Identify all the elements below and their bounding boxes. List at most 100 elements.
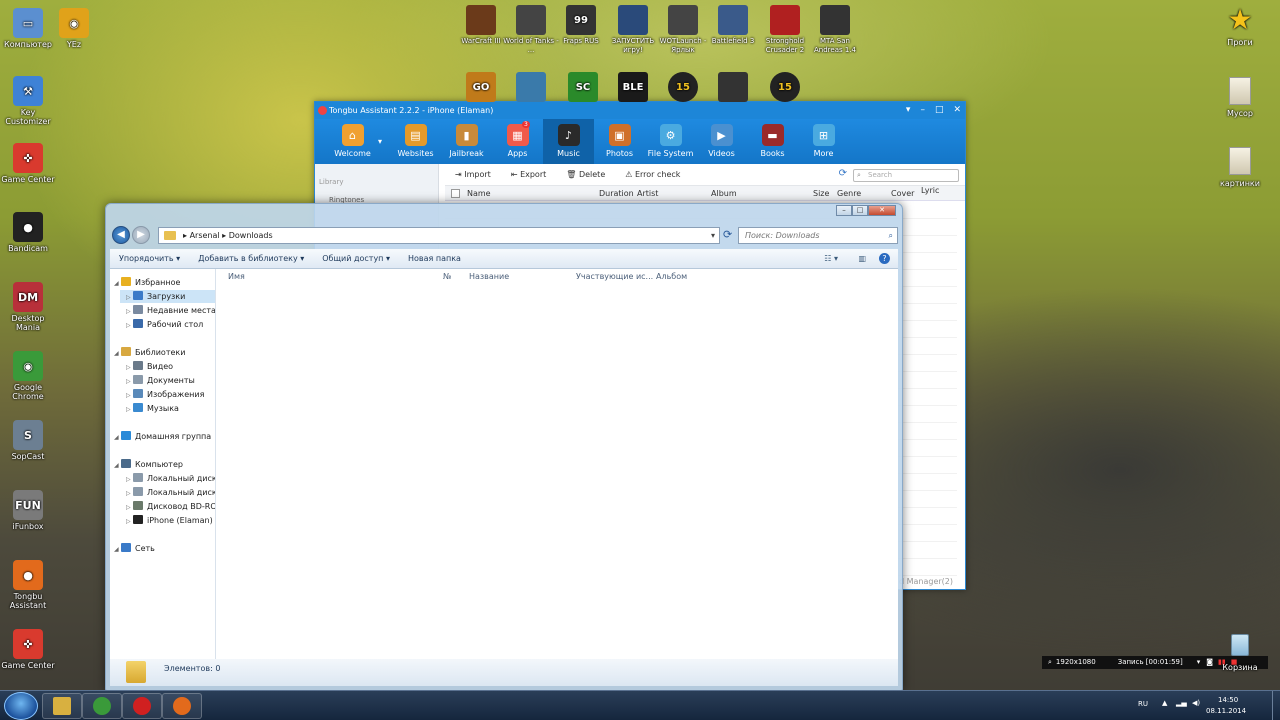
tree-item[interactable]: ◢ Избранное	[110, 276, 215, 289]
nav-photos[interactable]: ▣ Photos	[594, 119, 645, 164]
refresh-icon[interactable]: ⟳	[839, 168, 847, 179]
nav-books[interactable]: ▬ Books	[747, 119, 798, 164]
expand-arrow-icon[interactable]: ▷	[126, 305, 133, 317]
desktop-icon[interactable]: ● Tongbu Assistant	[0, 560, 56, 610]
tree-item[interactable]: ▷ Недавние места	[120, 304, 215, 317]
expand-arrow-icon[interactable]: ◢	[114, 459, 121, 471]
column-name[interactable]: Name	[467, 189, 491, 198]
desktop-icon[interactable]: ⚒ Key Customizer	[0, 76, 56, 126]
expand-arrow-icon[interactable]: ▷	[126, 375, 133, 387]
desktop-icon[interactable]	[502, 72, 560, 104]
column-album[interactable]: Album	[711, 189, 737, 198]
new-folder-button[interactable]: Новая папка	[399, 254, 470, 263]
help-icon[interactable]: ?	[879, 253, 890, 264]
start-button[interactable]	[4, 692, 38, 720]
column-name[interactable]: Имя	[228, 272, 245, 281]
desktop-icon[interactable]	[704, 72, 762, 104]
desktop-icon[interactable]: ● Bandicam	[0, 212, 56, 253]
tongbu-search-input[interactable]: ⌕ Search	[853, 169, 959, 182]
desktop-icon[interactable]: 99 Fraps RUS	[552, 5, 610, 46]
import-button[interactable]: ⇥ Import	[445, 170, 501, 179]
column-size[interactable]: Size	[813, 189, 829, 198]
close-button[interactable]: ✕	[868, 205, 896, 216]
expand-arrow-icon[interactable]: ▷	[126, 487, 133, 499]
back-button[interactable]: ◀	[112, 226, 130, 244]
clock-time[interactable]: 14:50	[1218, 696, 1238, 704]
expand-arrow-icon[interactable]: ◢	[114, 347, 121, 359]
nav-music[interactable]: ♪ Music	[543, 119, 594, 164]
expand-arrow-icon[interactable]: ◢	[114, 431, 121, 443]
nav-welcome[interactable]: ⌂ Welcome	[327, 119, 378, 164]
expand-arrow-icon[interactable]: ▷	[126, 361, 133, 373]
expand-arrow-icon[interactable]: ▷	[126, 291, 133, 303]
preview-pane-icon[interactable]: ▥	[858, 254, 866, 263]
taskbar-app[interactable]	[42, 693, 82, 719]
column-artists[interactable]: Участвующие ис...	[576, 272, 653, 281]
network-icon[interactable]: ▂▄	[1176, 699, 1187, 707]
desktop-icon[interactable]: 15	[756, 72, 814, 104]
tree-item[interactable]: ▷ Документы	[120, 374, 215, 387]
nav-more[interactable]: ⊞ More	[798, 119, 849, 164]
download-manager-status[interactable]: d Manager(2)	[899, 577, 953, 586]
desktop-icon[interactable]: ★ Проги	[1212, 5, 1268, 48]
address-bar[interactable]: ▸ Arsenal ▸ Downloads ▾	[158, 227, 720, 244]
minimize-button[interactable]: –	[836, 205, 852, 216]
tree-item[interactable]: ▷ Музыка	[120, 402, 215, 415]
nav-apps[interactable]: ▦ Apps 3	[492, 119, 543, 164]
expand-arrow-icon[interactable]: ▷	[126, 515, 133, 527]
show-desktop-button[interactable]	[1272, 691, 1280, 720]
share-button[interactable]: Общий доступ ▾	[313, 254, 399, 263]
add-to-library-button[interactable]: Добавить в библиотеку ▾	[189, 254, 313, 263]
desktop-icon[interactable]: MTA San Andreas 1.4	[806, 5, 864, 55]
column-number[interactable]: №	[443, 272, 451, 281]
language-indicator[interactable]: RU	[1138, 700, 1148, 708]
column-duration[interactable]: Duration	[599, 189, 634, 198]
expand-arrow-icon[interactable]: ▷	[126, 403, 133, 415]
nav-videos[interactable]: ▶ Videos	[696, 119, 747, 164]
desktop-icon[interactable]: FUN iFunbox	[0, 490, 56, 531]
view-options-icon[interactable]: ☷ ▾	[824, 254, 838, 263]
refresh-icon[interactable]: ⟳	[723, 228, 732, 241]
error-check-button[interactable]: ⚠ Error check	[615, 170, 690, 179]
close-icon[interactable]: ✕	[953, 102, 961, 119]
column-album[interactable]: Альбом	[656, 272, 687, 281]
desktop-icon[interactable]: ◉ Google Chrome	[0, 351, 56, 401]
tree-item[interactable]: ◢ Домашняя группа	[110, 430, 215, 443]
tree-item[interactable]: ▷ Локальный диск (D	[120, 486, 215, 499]
dropdown-icon[interactable]: ▾	[378, 119, 390, 164]
breadcrumb-arsenal[interactable]: Arsenal	[190, 231, 220, 240]
desktop-icon[interactable]: ✜ Game Center	[0, 629, 56, 670]
expand-arrow-icon[interactable]: ◢	[114, 277, 121, 289]
delete-button[interactable]: 🗑 Delete	[556, 170, 615, 179]
desktop-icon[interactable]: S SopCast	[0, 420, 56, 461]
tree-item[interactable]: ▷ Загрузки	[120, 290, 215, 303]
taskbar-app[interactable]	[162, 693, 202, 719]
column-lyric[interactable]: Lyric	[921, 186, 939, 195]
tree-item[interactable]: ◢ Библиотеки	[110, 346, 215, 359]
taskbar-app[interactable]	[82, 693, 122, 719]
explorer-window[interactable]: – □ ✕ ◀ ▶ ▸ Arsenal ▸ Downloads ▾ ⟳ Поис…	[105, 203, 903, 691]
menu-icon[interactable]: ▾	[906, 102, 911, 119]
explorer-search-input[interactable]: Поиск: Downloads ⌕	[738, 227, 898, 244]
zoom-icon[interactable]: ⌕	[1048, 656, 1052, 669]
nav-file-system[interactable]: ⚙ File System	[645, 119, 696, 164]
expand-arrow-icon[interactable]: ▷	[126, 319, 133, 331]
desktop-icon[interactable]: DM Desktop Mania	[0, 282, 56, 332]
tongbu-titlebar[interactable]: Tongbu Assistant 2.2.2 - iPhone (Elaman)…	[315, 102, 965, 119]
address-dropdown-icon[interactable]: ▾	[711, 228, 715, 243]
expand-arrow-icon[interactable]: ◢	[114, 543, 121, 555]
column-cover[interactable]: Cover	[891, 189, 914, 198]
desktop-icon[interactable]: Мусор	[1212, 76, 1268, 118]
tree-item[interactable]: ◢ Компьютер	[110, 458, 215, 471]
desktop-icon[interactable]: Корзина	[1212, 630, 1268, 672]
forward-button[interactable]: ▶	[132, 226, 150, 244]
tree-item[interactable]: ▷ Видео	[120, 360, 215, 373]
tray-arrow-icon[interactable]: ▲	[1162, 699, 1167, 707]
expand-arrow-icon[interactable]: ▷	[126, 389, 133, 401]
maximize-button[interactable]: □	[852, 205, 868, 216]
expand-arrow-icon[interactable]: ▷	[126, 501, 133, 513]
column-title[interactable]: Название	[469, 272, 509, 281]
nav-jailbreak[interactable]: ▮ Jailbreak	[441, 119, 492, 164]
dropdown-icon[interactable]: ▾	[1197, 656, 1201, 669]
volume-icon[interactable]: ◀)	[1192, 699, 1200, 707]
